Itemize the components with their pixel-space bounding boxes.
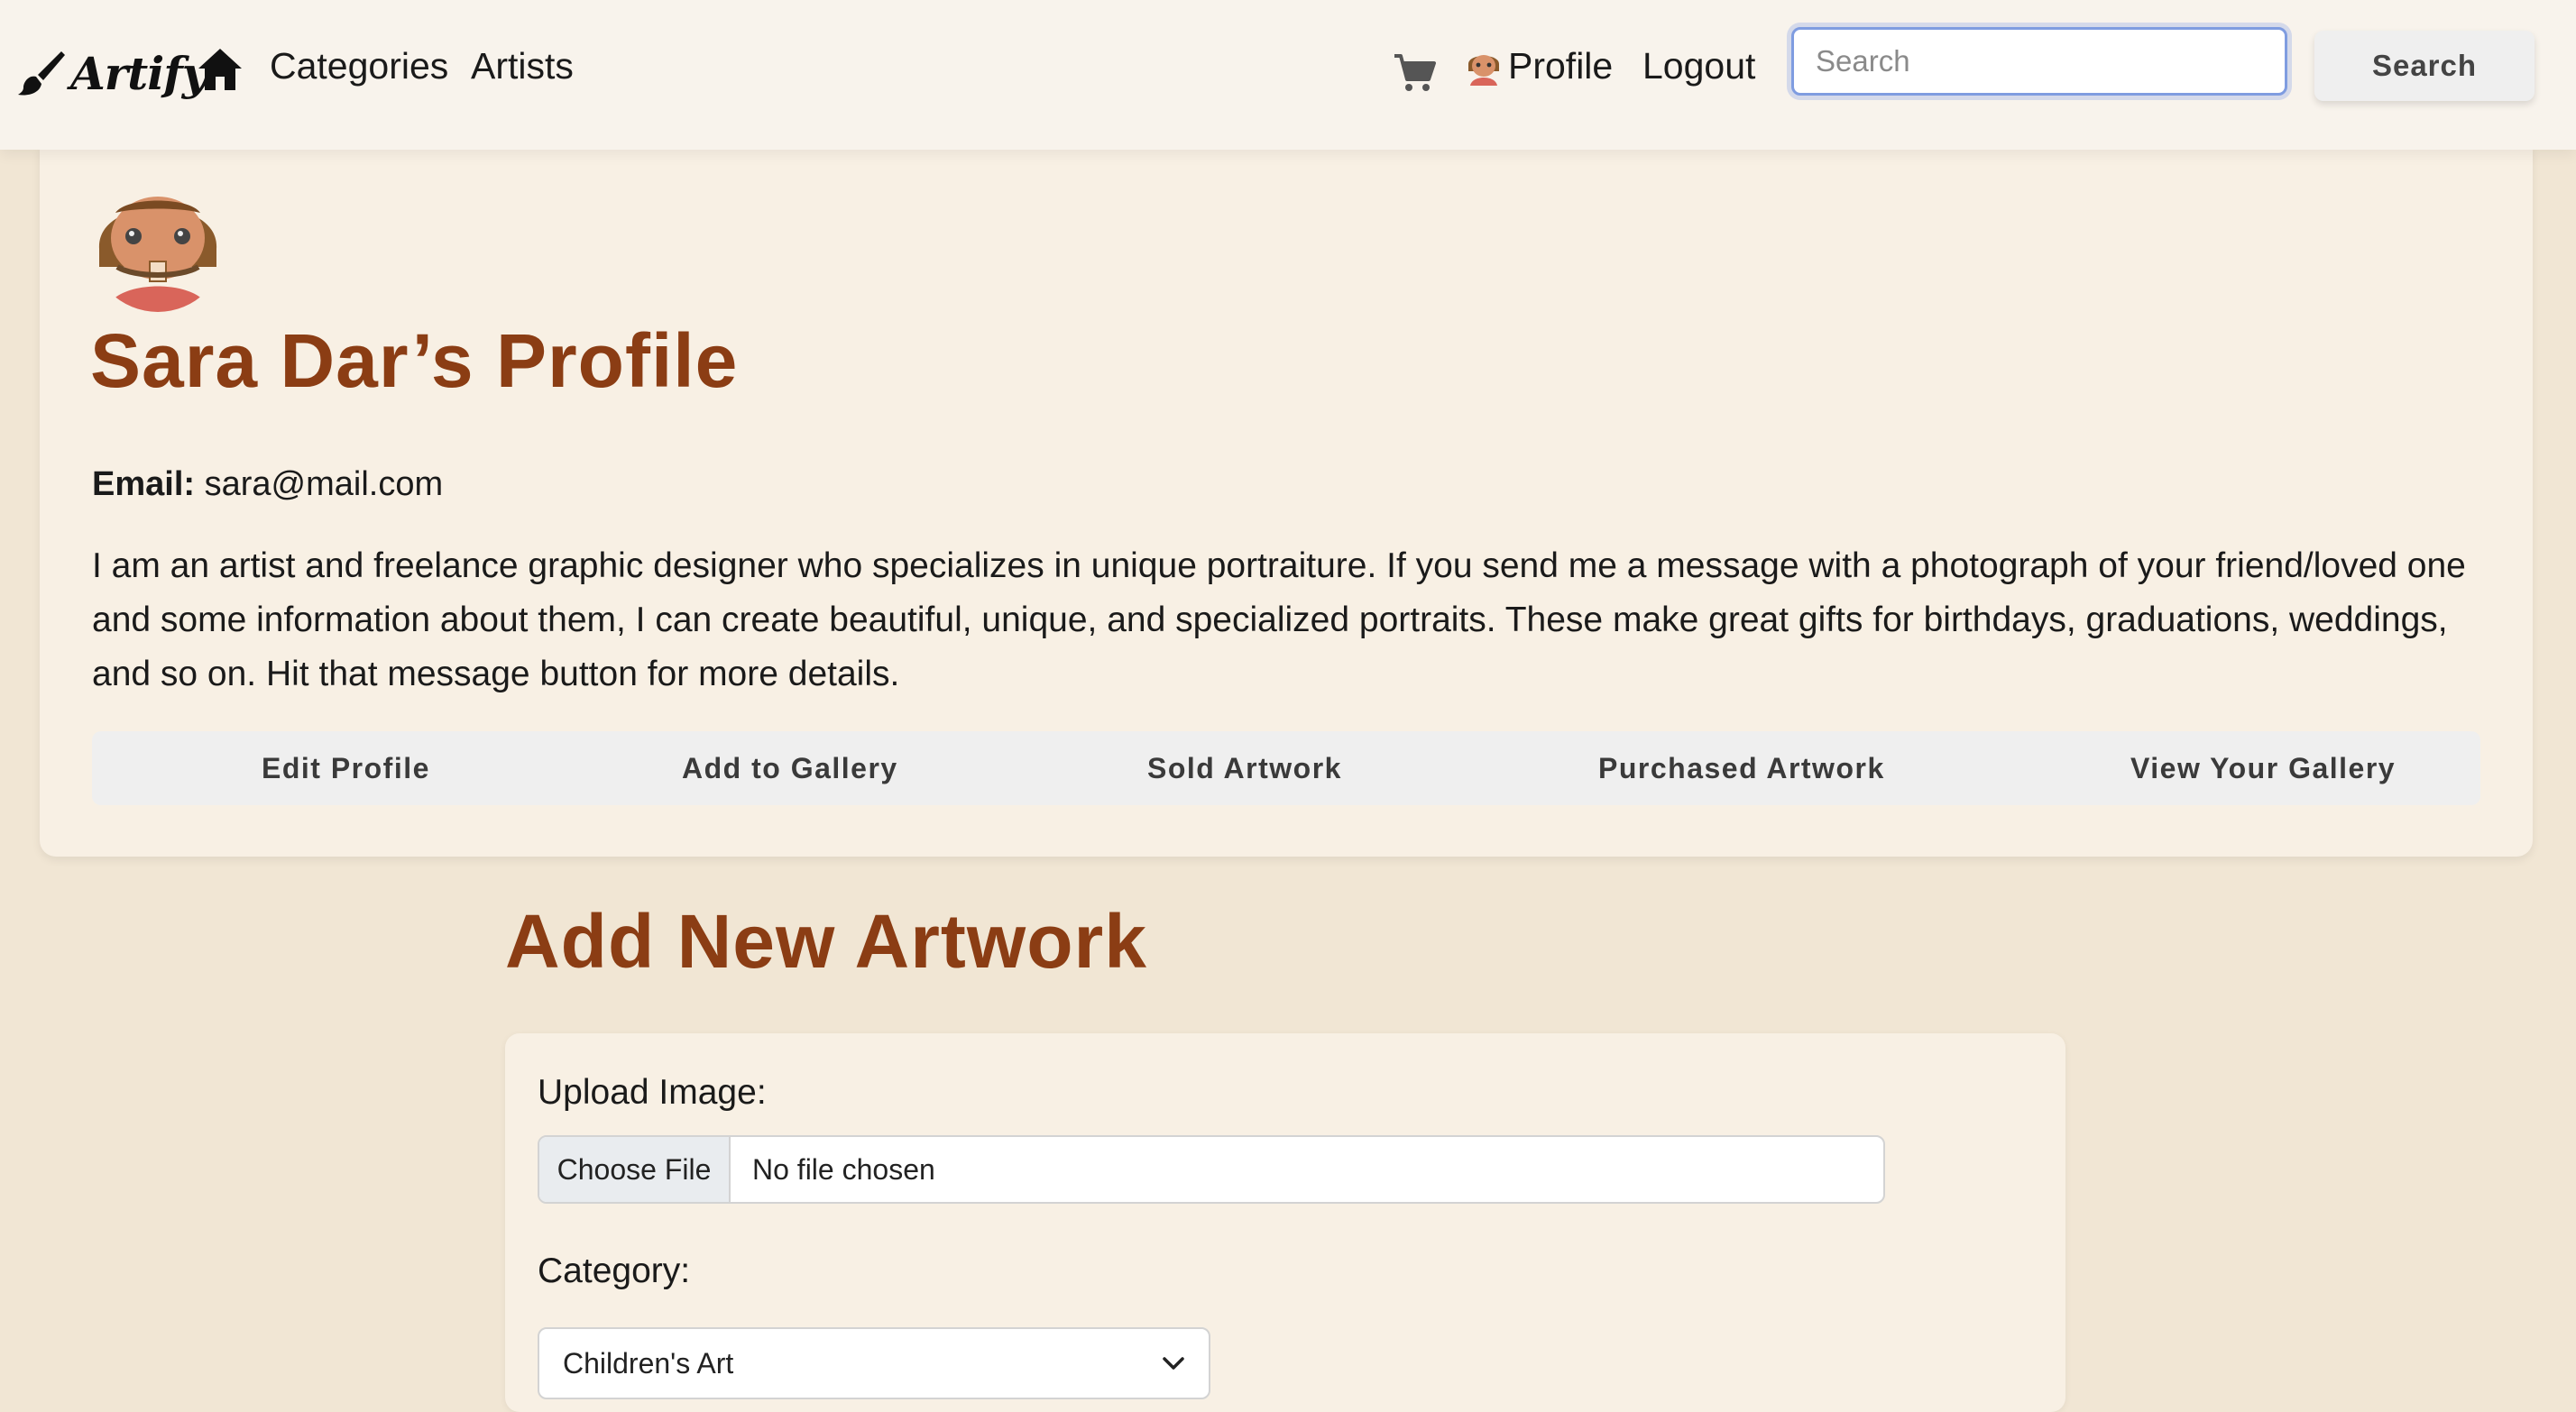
profile-title: Sara Dar’s Profile <box>90 318 739 403</box>
choose-file-button[interactable]: Choose File <box>539 1137 731 1202</box>
profile-actions: Edit Profile Add to Gallery Sold Artwork… <box>92 731 2480 805</box>
brand-name: Artify <box>70 46 208 100</box>
nav-artists-link[interactable]: Artists <box>471 45 574 87</box>
purchased-artwork-button[interactable]: Purchased Artwork <box>1598 731 1885 805</box>
email-label: Email: <box>92 465 196 503</box>
profile-card: Sara Dar’s Profile Email: sara@mail.com … <box>40 144 2533 857</box>
view-gallery-button[interactable]: View Your Gallery <box>2130 731 2396 805</box>
cart-link[interactable] <box>1393 52 1436 94</box>
nav-logout-link[interactable]: Logout <box>1642 45 1755 87</box>
sold-artwork-button[interactable]: Sold Artwork <box>1147 731 1342 805</box>
home-link[interactable] <box>197 47 244 92</box>
home-icon <box>198 49 242 90</box>
upload-image-label: Upload Image: <box>538 1073 767 1112</box>
email-value: sara@mail.com <box>204 465 444 503</box>
add-artwork-title: Add New Artwork <box>505 899 1147 984</box>
email-line: Email: sara@mail.com <box>92 465 443 504</box>
file-input[interactable]: Choose File No file chosen <box>538 1135 1885 1204</box>
search-button[interactable]: Search <box>2314 31 2535 101</box>
search-input[interactable] <box>1791 27 2287 96</box>
navbar: Artify Categories Artists Profile Logout… <box>0 0 2576 150</box>
profile-avatar <box>90 177 225 312</box>
edit-profile-button[interactable]: Edit Profile <box>262 731 430 805</box>
file-status: No file chosen <box>752 1152 935 1186</box>
nav-profile-link[interactable]: Profile <box>1465 45 1613 87</box>
category-select[interactable]: Children's Art <box>538 1327 1210 1399</box>
category-selected-value: Children's Art <box>563 1346 734 1380</box>
paintbrush-icon <box>18 51 65 96</box>
category-label: Category: <box>538 1252 691 1290</box>
brand-logo[interactable]: Artify <box>16 41 208 105</box>
cart-icon <box>1394 54 1436 91</box>
avatar <box>1465 47 1503 86</box>
nav-categories-link[interactable]: Categories <box>270 45 448 87</box>
profile-bio: I am an artist and freelance graphic des… <box>92 546 2466 693</box>
add-artwork-form: Upload Image: Choose File No file chosen… <box>505 1033 2065 1412</box>
add-to-gallery-button[interactable]: Add to Gallery <box>682 731 898 805</box>
avatar-illustration <box>90 177 225 312</box>
nav-profile-label: Profile <box>1508 45 1614 87</box>
chevron-down-icon <box>1163 1357 1184 1370</box>
